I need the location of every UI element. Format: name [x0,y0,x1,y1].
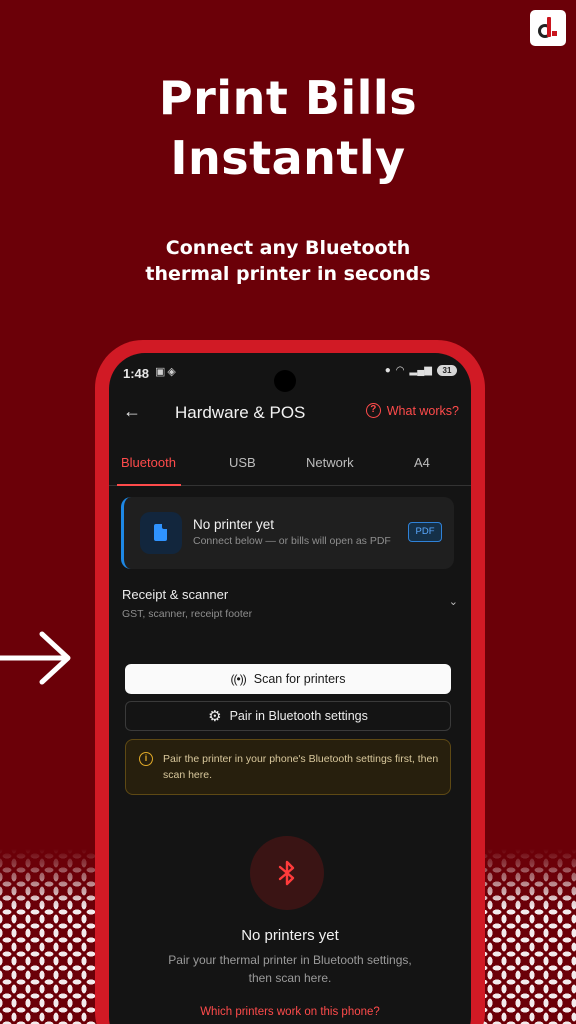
broadcast-icon: ((•)) [230,672,247,686]
bluetooth-empty-illustration [250,836,324,910]
pairing-info-text: Pair the printer in your phone's Bluetoo… [163,753,439,781]
headline-line-2: Instantly [170,131,406,185]
section-title: Receipt & scanner [122,587,229,602]
front-camera [274,370,296,392]
info-icon: i [139,752,153,766]
gear-icon: ⚙ [208,708,222,725]
headline-line-1: Print Bills [158,71,418,125]
app-logo [530,10,566,46]
wifi-icon: ◠ [395,365,405,376]
active-tab-indicator [117,484,181,486]
pdf-badge: PDF [408,522,442,542]
status-bar: 1:48 ▣◈ ● ◠ ▂▄▆ 31 [109,353,471,393]
page-title: Hardware & POS [175,403,306,422]
pair-bluetooth-settings-button[interactable]: ⚙ Pair in Bluetooth settings [125,701,451,731]
tab-a4[interactable]: A4 [414,455,430,470]
subhead-line-2: thermal printer in seconds [145,263,431,285]
section-subtitle: GST, scanner, receipt footer [122,608,253,620]
app-bar: ← Hardware & POS ? What works? [109,397,471,433]
empty-state-subtitle: Pair your thermal printer in Bluetooth s… [168,953,412,985]
printer-status-card: No printer yet Connect below — or bills … [121,497,454,569]
tab-bluetooth[interactable]: Bluetooth [109,445,179,485]
scan-button-label: Scan for printers [253,672,346,686]
what-works-button[interactable]: ? What works? [365,403,459,418]
receipt-scanner-section[interactable]: Receipt & scanner GST, scanner, receipt … [122,587,458,627]
scan-for-printers-button[interactable]: ((•)) Scan for printers [125,664,451,694]
tab-usb[interactable]: USB [229,455,256,470]
promo-headline: Print Bills Instantly [0,68,576,188]
bluetooth-icon [277,859,297,887]
printer-status-subtitle: Connect below — or bills will open as PD… [193,535,391,547]
signal-icon: ▂▄▆ [409,365,432,376]
what-works-label: What works? [386,403,459,418]
logo-icon [538,17,558,39]
printer-status-title: No printer yet [193,517,275,532]
location-icon: ● [384,365,391,376]
pairing-info-box: i Pair the printer in your phone's Bluet… [125,739,451,795]
status-right: ● ◠ ▂▄▆ 31 [385,365,457,376]
document-icon [154,524,167,541]
tab-network[interactable]: Network [306,455,354,470]
battery-icon: 31 [437,365,457,376]
which-printers-link[interactable]: Which printers work on this phone? [109,1006,471,1018]
phone-frame: 1:48 ▣◈ ● ◠ ▂▄▆ 31 ← Hardware & POS ? Wh… [95,340,485,1024]
chevron-down-icon: ⌄ [448,596,458,608]
arrow-right-icon [0,631,71,685]
empty-state-title: No printers yet [241,927,339,944]
subhead-line-1: Connect any Bluetooth [165,237,411,259]
status-notification-icons: ▣◈ [155,366,178,378]
pair-button-label: Pair in Bluetooth settings [229,709,368,723]
document-tile [140,512,182,554]
connection-tabs: Bluetooth USB Network A4 [109,445,471,486]
phone-screen: 1:48 ▣◈ ● ◠ ▂▄▆ 31 ← Hardware & POS ? Wh… [109,353,471,1024]
status-time: 1:48 [123,366,150,381]
back-arrow-icon[interactable]: ← [123,401,141,422]
help-circle-icon: ? [365,403,381,418]
promo-subhead: Connect any Bluetooth thermal printer in… [0,235,576,287]
tab-bluetooth-label: Bluetooth [121,455,176,470]
